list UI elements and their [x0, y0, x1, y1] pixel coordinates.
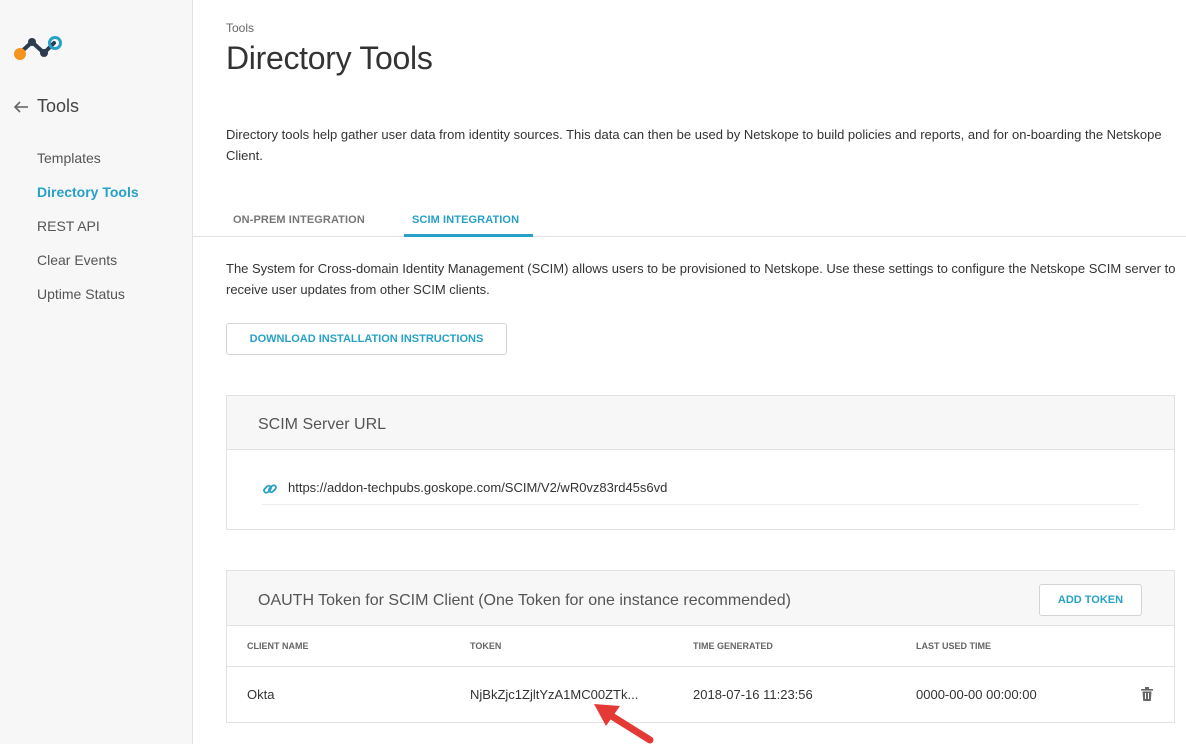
cell-token[interactable]: NjBkZjc1ZjltYzA1MC00ZTk... — [470, 687, 638, 702]
active-tab-indicator — [404, 234, 533, 237]
sidebar-item-templates[interactable]: Templates — [37, 148, 139, 182]
cell-last-used-time: 0000-00-00 00:00:00 — [916, 687, 1037, 702]
breadcrumb: Tools — [226, 21, 255, 35]
link-icon[interactable] — [262, 481, 278, 497]
tab-scim-integration[interactable]: SCIM INTEGRATION — [412, 214, 519, 226]
cell-time-generated: 2018-07-16 11:23:56 — [693, 687, 813, 702]
scim-server-url-panel: SCIM Server URL https://addon-techpubs.g… — [226, 395, 1175, 530]
column-header-time-generated: TIME GENERATED — [693, 641, 773, 651]
sidebar: Tools Templates Directory Tools REST API… — [0, 0, 193, 744]
tab-on-prem-integration[interactable]: ON-PREM INTEGRATION — [233, 214, 365, 226]
scim-server-url[interactable]: https://addon-techpubs.goskope.com/SCIM/… — [288, 480, 667, 495]
scim-description: The System for Cross-domain Identity Man… — [226, 261, 1176, 297]
panel-header: SCIM Server URL — [227, 396, 1174, 450]
sidebar-nav: Templates Directory Tools REST API Clear… — [37, 148, 139, 318]
sidebar-item-directory-tools[interactable]: Directory Tools — [37, 182, 139, 216]
netskope-logo[interactable] — [12, 34, 64, 62]
oauth-token-panel: OAUTH Token for SCIM Client (One Token f… — [226, 570, 1175, 723]
oauth-token-title: OAUTH Token for SCIM Client (One Token f… — [258, 592, 791, 609]
sidebar-item-uptime-status[interactable]: Uptime Status — [37, 284, 139, 318]
back-label: Tools — [37, 96, 80, 116]
back-to-tools[interactable]: Tools — [13, 96, 79, 117]
column-header-client-name: CLIENT NAME — [247, 641, 309, 651]
back-arrow-icon — [13, 100, 28, 113]
download-instructions-button[interactable]: DOWNLOAD INSTALLATION INSTRUCTIONS — [226, 323, 507, 355]
sidebar-item-clear-events[interactable]: Clear Events — [37, 250, 139, 284]
panel-header: OAUTH Token for SCIM Client (One Token f… — [227, 571, 1174, 626]
page-description: Directory tools help gather user data fr… — [226, 127, 1162, 163]
server-url-row: https://addon-techpubs.goskope.com/SCIM/… — [262, 480, 1139, 505]
column-header-last-used-time: LAST USED TIME — [916, 641, 992, 651]
divider — [227, 666, 1174, 667]
column-header-token: TOKEN — [470, 641, 502, 651]
tab-bar: ON-PREM INTEGRATION SCIM INTEGRATION — [193, 205, 1186, 237]
main-content: Tools Directory Tools Directory tools he… — [193, 0, 1186, 744]
sidebar-item-rest-api[interactable]: REST API — [37, 216, 139, 250]
trash-icon[interactable] — [1141, 687, 1153, 701]
add-token-button[interactable]: ADD TOKEN — [1039, 584, 1142, 616]
cell-client-name: Okta — [247, 687, 275, 702]
page-title: Directory Tools — [226, 40, 433, 76]
scim-server-url-title: SCIM Server URL — [258, 416, 387, 433]
